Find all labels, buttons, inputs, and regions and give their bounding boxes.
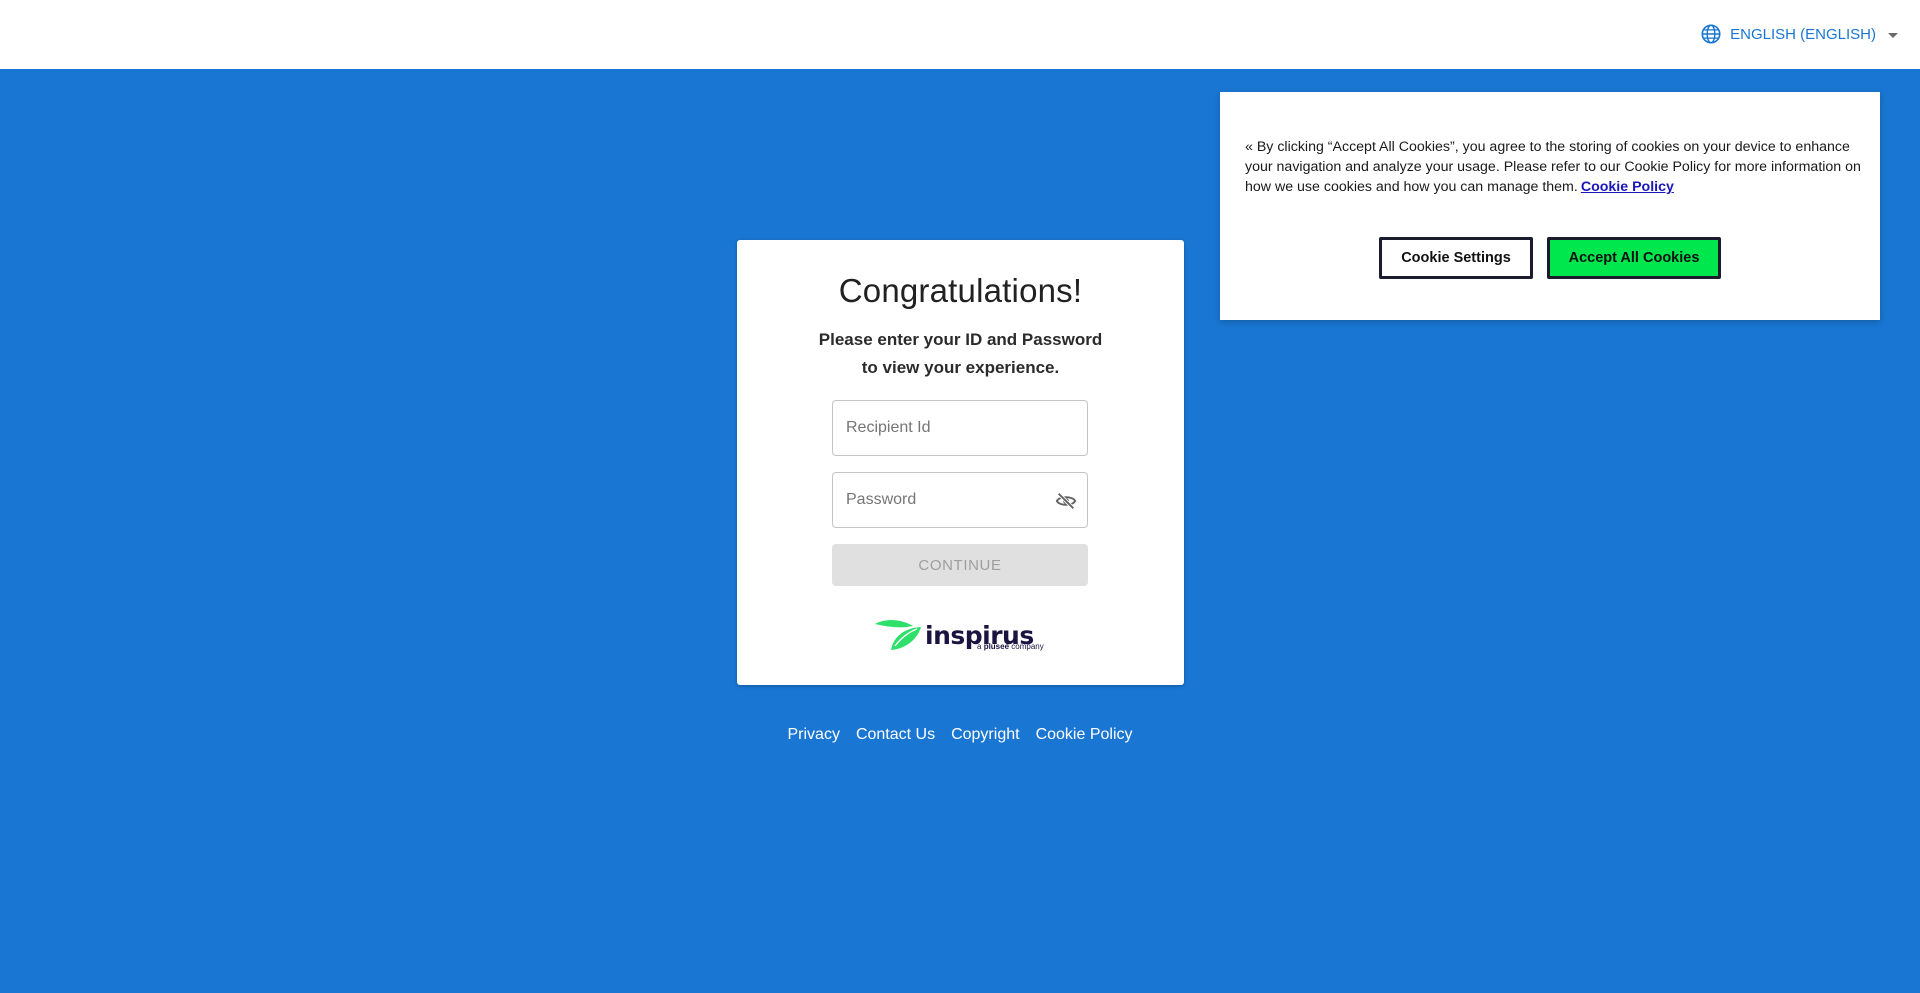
- recipient-id-input[interactable]: [833, 401, 1087, 455]
- inspirus-logo: inspirus a plusee company: [873, 616, 1049, 654]
- continue-button[interactable]: CONTINUE: [832, 544, 1088, 586]
- cookie-banner: « By clicking “Accept All Cookies”, you …: [1220, 92, 1880, 320]
- login-card: Congratulations! Please enter your ID an…: [737, 240, 1184, 685]
- password-field[interactable]: [832, 472, 1088, 528]
- logo-tag-brand: plusee: [983, 642, 1010, 651]
- password-input[interactable]: [833, 473, 1087, 527]
- footer-links: Privacy Contact Us Copyright Cookie Poli…: [0, 726, 1920, 744]
- page-title: Congratulations!: [838, 272, 1083, 309]
- caret-down-icon: [1888, 32, 1898, 38]
- accept-all-cookies-button[interactable]: Accept All Cookies: [1547, 237, 1721, 279]
- footer-link-contact-us[interactable]: Contact Us: [856, 726, 935, 744]
- cookie-policy-link[interactable]: Cookie Policy: [1581, 179, 1674, 195]
- language-label: ENGLISH (ENGLISH): [1730, 25, 1876, 43]
- footer-link-copyright[interactable]: Copyright: [951, 726, 1019, 744]
- eye-off-icon[interactable]: [1055, 490, 1077, 512]
- logo-tag-suffix: company: [1011, 642, 1044, 651]
- logo-tag-prefix: a: [977, 642, 982, 651]
- cookie-message: « By clicking “Accept All Cookies”, you …: [1245, 139, 1861, 195]
- login-instructions: Please enter your ID and Password to vie…: [818, 330, 1103, 377]
- cookie-settings-button[interactable]: Cookie Settings: [1379, 237, 1533, 279]
- cookie-banner-text: « By clicking “Accept All Cookies”, you …: [1245, 137, 1865, 197]
- footer-link-cookie-policy[interactable]: Cookie Policy: [1036, 726, 1133, 744]
- language-selector[interactable]: ENGLISH (ENGLISH): [1700, 22, 1898, 46]
- recipient-id-field[interactable]: [832, 400, 1088, 456]
- globe-icon: [1701, 24, 1721, 44]
- leaf-icon: [875, 620, 921, 650]
- footer-link-privacy[interactable]: Privacy: [787, 726, 839, 744]
- logo-tagline: a plusee company: [977, 642, 1044, 651]
- top-bar: ENGLISH (ENGLISH): [0, 0, 1920, 69]
